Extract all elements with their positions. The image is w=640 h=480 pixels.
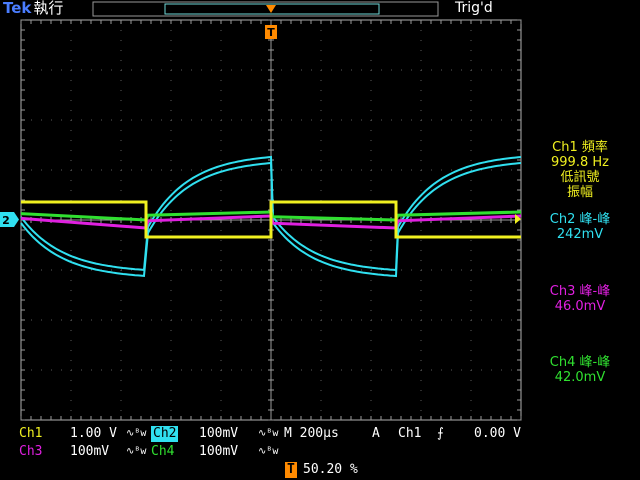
trigger-source[interactable]: Ch1: [398, 426, 421, 442]
measurement-ch2-pk-pk[interactable]: Ch2 峰-峰 242mV: [524, 212, 636, 242]
ch2-bw-limit-icon: ∿ᴮw: [258, 428, 279, 439]
measurement-note: 低訊號: [560, 170, 600, 185]
trigger-slope-icon: ⨍: [437, 426, 444, 441]
measurement-value: 42.0mV: [554, 370, 606, 385]
trigger-position-value[interactable]: 50.20 %: [303, 462, 358, 478]
ch2-scale[interactable]: 100mV: [199, 426, 238, 442]
ch1-scale[interactable]: 1.00 V: [70, 426, 117, 442]
trigger-position-glyph: T: [267, 26, 275, 39]
trigger-state: Trig'd: [455, 0, 493, 16]
measurement-title: Ch3 峰-峰: [549, 284, 611, 299]
ch3-scale[interactable]: 100mV: [70, 444, 109, 460]
ch3-label[interactable]: Ch3: [19, 444, 42, 460]
ch2-ground-label: 2: [2, 214, 10, 227]
ch4-bw-limit-icon: ∿ᴮw: [258, 446, 279, 457]
measurement-ch4-pk-pk[interactable]: Ch4 峰-峰 42.0mV: [524, 355, 636, 385]
measurement-ch1-frequency[interactable]: Ch1 頻率 999.8 Hz 低訊號 振幅: [524, 140, 636, 200]
ch2-label[interactable]: Ch2: [151, 426, 179, 442]
measurement-ch3-pk-pk[interactable]: Ch3 峰-峰 46.0mV: [524, 284, 636, 314]
measurement-title: Ch1 頻率: [552, 140, 608, 155]
trigger-position-icon: T: [285, 462, 297, 478]
measurement-note: 振幅: [566, 185, 593, 200]
run-state: 執行: [33, 0, 64, 17]
ch4-label[interactable]: Ch4: [151, 444, 174, 460]
measurement-value: 46.0mV: [554, 299, 606, 314]
ch2-ground-marker[interactable]: 2: [0, 212, 19, 227]
timebase[interactable]: M 200µs: [284, 426, 339, 442]
brand-logo: Tek: [3, 0, 32, 17]
measurement-value: 999.8 Hz: [551, 155, 609, 170]
record-view-bar: [92, 1, 439, 17]
ch1-label[interactable]: Ch1: [19, 426, 42, 442]
measurement-value: 242mV: [556, 227, 604, 242]
measurement-title: Ch4 峰-峰: [549, 355, 611, 370]
ch4-scale[interactable]: 100mV: [199, 444, 238, 460]
ch1-bw-limit-icon: ∿ᴮw: [126, 428, 147, 439]
header-brand: Tek 執行: [3, 0, 63, 17]
trigger-mode: A: [372, 426, 380, 441]
trigger-level[interactable]: 0.00 V: [474, 426, 521, 442]
measurement-title: Ch2 峰-峰: [549, 212, 611, 227]
ch3-bw-limit-icon: ∿ᴮw: [126, 446, 147, 457]
